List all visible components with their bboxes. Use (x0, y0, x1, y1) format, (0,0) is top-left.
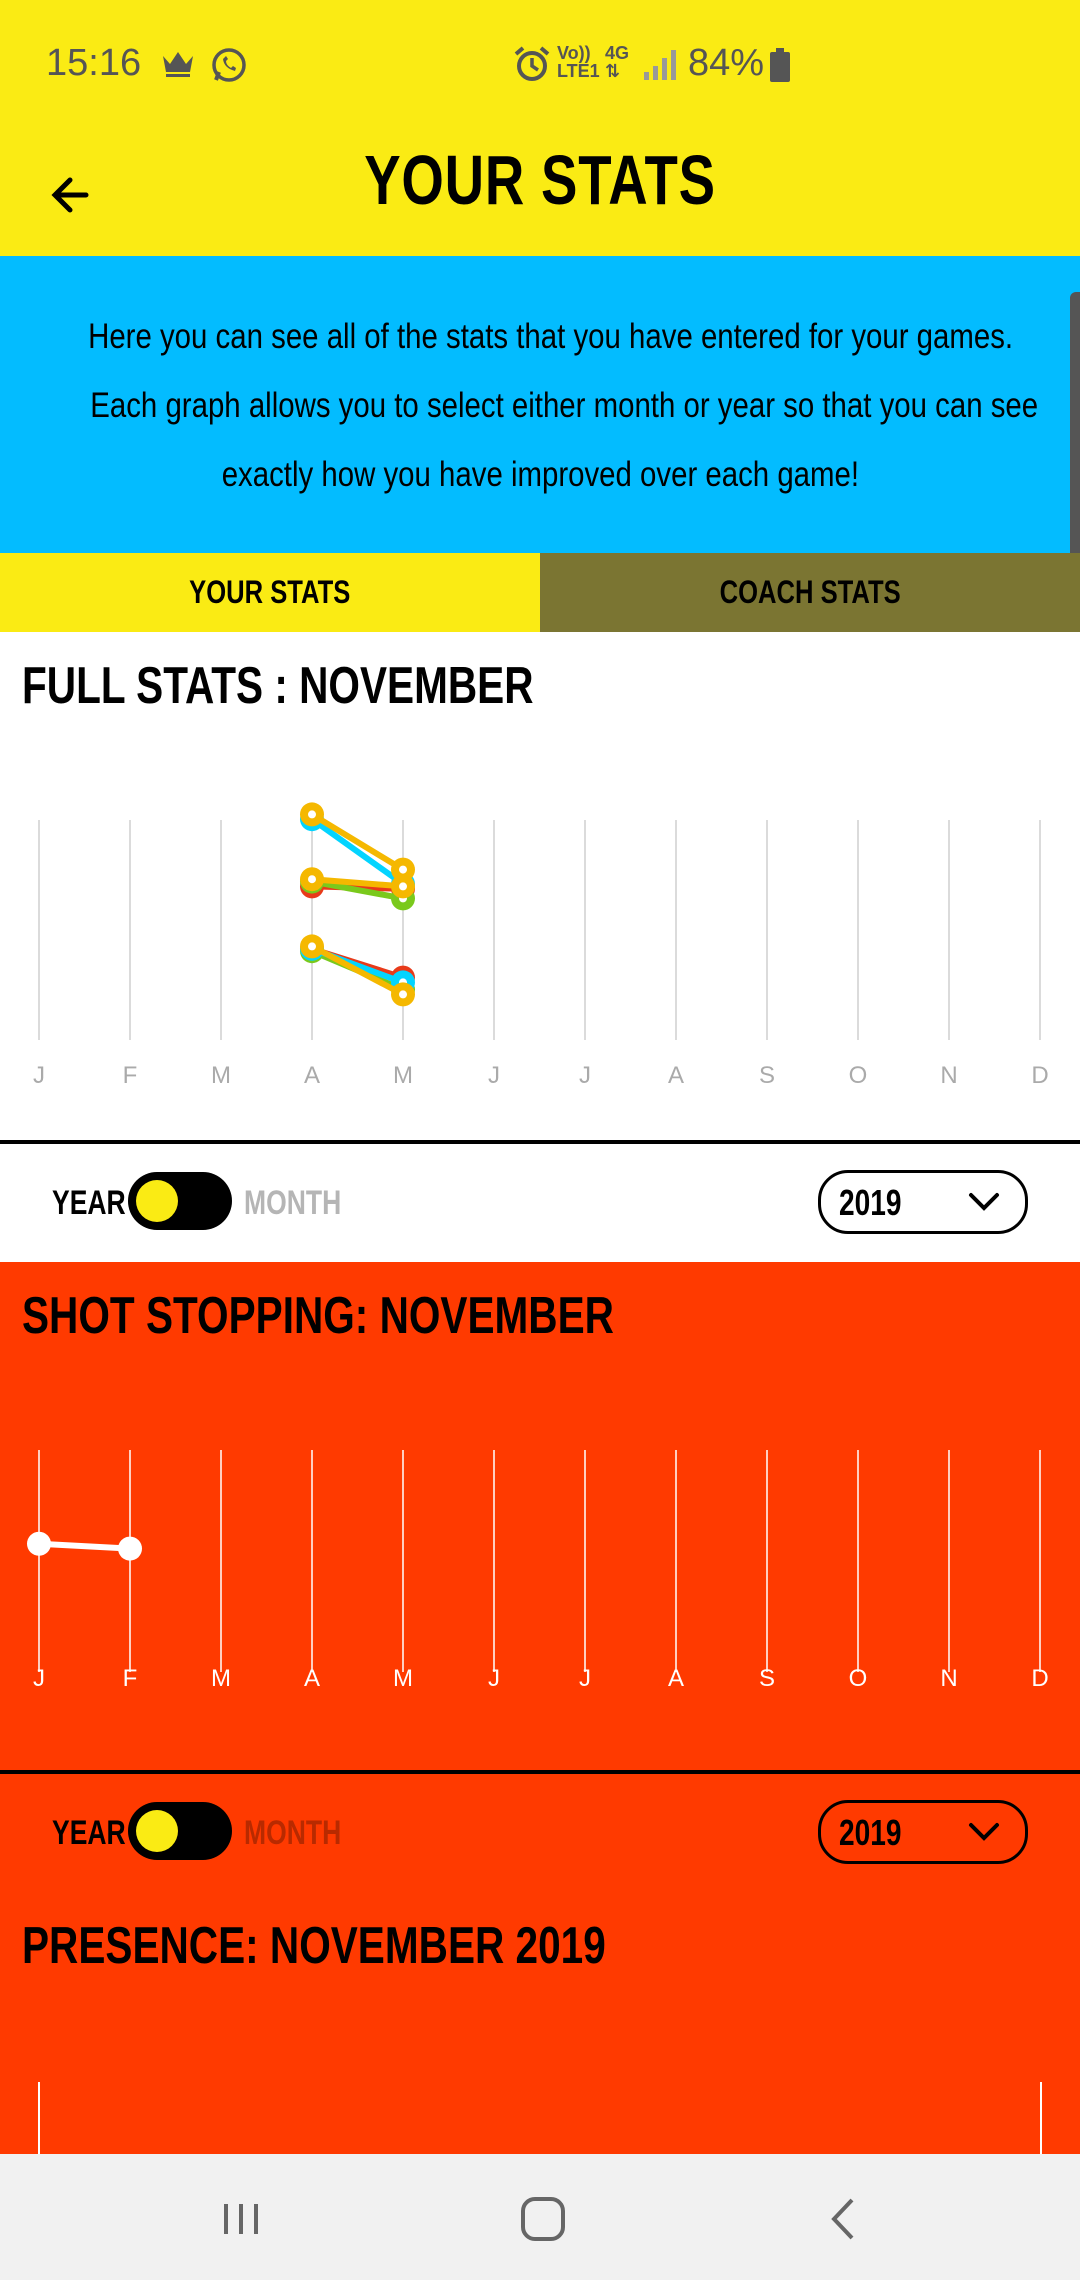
data-point-center (399, 865, 407, 874)
chevron-down-icon (969, 1193, 999, 1211)
back-arrow-icon[interactable] (40, 160, 110, 230)
tab-your-stats-label: YOUR STATS (189, 574, 351, 610)
network-type-icon: 4G ⇅ (605, 43, 630, 81)
crown-icon (163, 52, 193, 77)
series-line (36, 1540, 133, 1552)
x-tick-label: F (123, 1665, 138, 1692)
x-tick-label: J (579, 1062, 591, 1089)
signal-icon (644, 50, 676, 80)
x-tick-label: J (33, 1062, 45, 1089)
status-time: 15:16 (46, 42, 142, 84)
month-label: MONTH (244, 1184, 342, 1222)
volte-line1: Vo)) (557, 43, 591, 63)
toggle-knob (136, 1810, 178, 1852)
toggle-knob (136, 1180, 178, 1222)
x-tick-label: N (940, 1062, 957, 1089)
volte-icon: Vo)) LTE1 (557, 44, 600, 80)
shot-stopping-controls: YEAR MONTH 2019 (0, 1774, 1080, 1892)
tab-coach-stats-label: COACH STATS (719, 574, 901, 610)
home-icon[interactable] (508, 2184, 578, 2254)
x-tick-label: J (488, 1665, 500, 1692)
year-select-value: 2019 (839, 1812, 902, 1853)
x-tick-label: D (1031, 1062, 1048, 1089)
x-tick-label: D (1031, 1665, 1048, 1692)
battery-icon (770, 48, 790, 82)
data-point-center (399, 882, 407, 891)
full-stats-controls: YEAR MONTH 2019 (0, 1144, 1080, 1262)
x-tick-label: S (759, 1062, 775, 1089)
info-line-2: Each graph allows you to select either m… (90, 386, 1039, 425)
data-point (118, 1536, 142, 1561)
app-bar: YOUR STATS (0, 130, 1080, 256)
presence-chart-gridline (1040, 2082, 1042, 2162)
presence-chart-gridline (38, 2082, 40, 2162)
year-select[interactable]: 2019 (818, 1800, 1028, 1864)
data-point-center (308, 942, 316, 951)
data-point (27, 1531, 51, 1556)
system-nav-bar (0, 2154, 1080, 2280)
year-select[interactable]: 2019 (818, 1170, 1028, 1234)
x-tick-label: A (668, 1062, 684, 1089)
shot-stopping-chart: JFMAMJJASOND (27, 1450, 1049, 1692)
network-type: 4G (605, 43, 630, 63)
year-label: YEAR (52, 1814, 126, 1852)
year-select-value: 2019 (839, 1182, 902, 1223)
x-tick-label: M (211, 1665, 231, 1692)
x-tick-label: J (33, 1665, 45, 1692)
tab-bar: YOUR STATS COACH STATS (0, 553, 1080, 632)
x-tick-label: M (393, 1062, 413, 1089)
x-tick-label: J (488, 1062, 500, 1089)
x-tick-label: O (849, 1062, 868, 1089)
back-nav-icon[interactable] (810, 2184, 880, 2254)
tab-coach-stats[interactable]: COACH STATS (540, 553, 1080, 632)
x-tick-label: A (304, 1665, 320, 1692)
x-tick-label: S (759, 1665, 775, 1692)
x-tick-label: F (123, 1062, 138, 1089)
tab-your-stats[interactable]: YOUR STATS (0, 553, 540, 632)
x-tick-label: N (940, 1665, 957, 1692)
presence-title: PRESENCE: NOVEMBER 2019 (22, 1917, 606, 1975)
info-banner: Here you can see all of the stats that y… (0, 256, 1080, 553)
recent-apps-icon[interactable] (206, 2184, 276, 2254)
series-line (309, 816, 406, 887)
full-stats-chart: JFMAMJJASOND (33, 802, 1049, 1089)
x-tick-label: A (304, 1062, 320, 1089)
chevron-down-icon (969, 1823, 999, 1841)
full-stats-section: FULL STATS : NOVEMBER JFMAMJJASOND (0, 632, 1080, 1142)
battery-percent: 84% (688, 42, 765, 84)
presence-section: YEAR MONTH 2019 PRESENCE: NOVEMBER 2019 (0, 1774, 1080, 2162)
info-line-1: Here you can see all of the stats that y… (88, 317, 1014, 356)
year-month-toggle[interactable] (128, 1802, 232, 1860)
x-tick-label: A (668, 1665, 684, 1692)
month-label: MONTH (244, 1814, 342, 1852)
status-bar: 15:16 Vo)) LTE1 4G ⇅ 84% (0, 0, 1080, 130)
shot-stopping-section: SHOT STOPPING: NOVEMBER JFMAMJJASOND (0, 1262, 1080, 1774)
data-point-center (399, 990, 407, 999)
data-point-center (308, 810, 316, 819)
page-title: YOUR STATS (364, 141, 716, 219)
whatsapp-icon (212, 48, 246, 82)
x-tick-label: O (849, 1665, 868, 1692)
alarm-icon (514, 46, 550, 81)
year-month-toggle[interactable] (128, 1172, 232, 1230)
x-tick-label: M (393, 1665, 413, 1692)
info-text: Here you can see all of the stats that y… (0, 302, 1080, 509)
series-line (309, 811, 406, 873)
x-tick-label: J (579, 1665, 591, 1692)
volte-line2: LTE1 (557, 61, 600, 81)
data-point-center (308, 875, 316, 884)
year-label: YEAR (52, 1184, 126, 1222)
x-tick-label: M (211, 1062, 231, 1089)
info-line-3: exactly how you have improved over each … (221, 455, 859, 494)
